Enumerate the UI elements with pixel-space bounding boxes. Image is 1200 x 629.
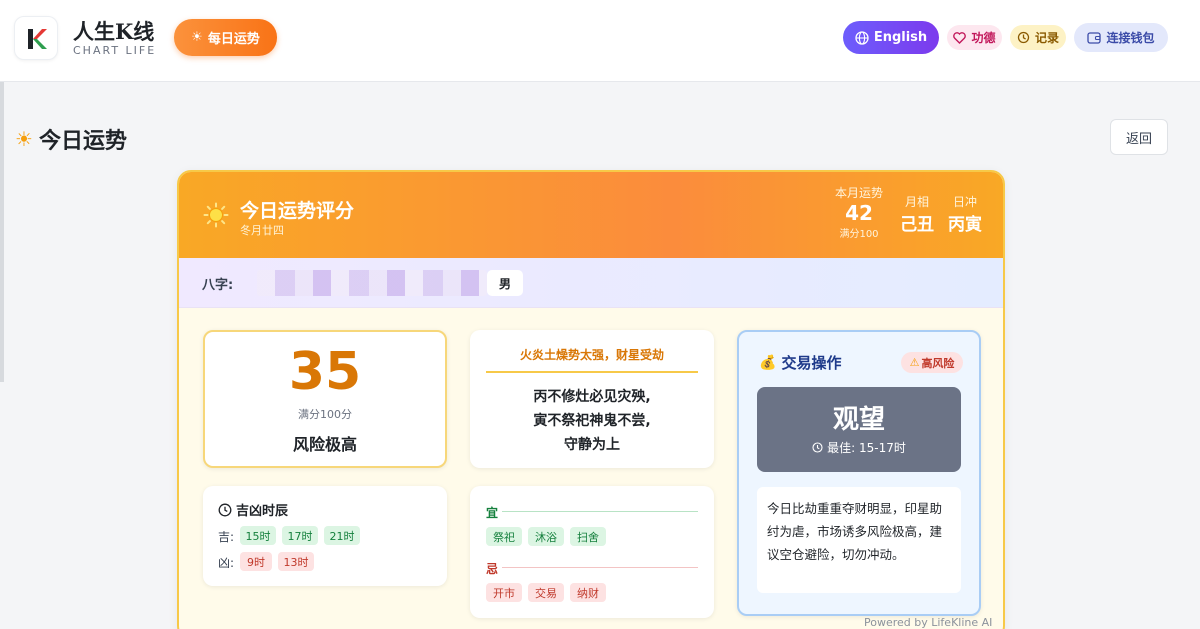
- brand-subtitle: CHART LIFE: [73, 44, 157, 57]
- heart-icon: [953, 31, 967, 44]
- month-fortune-value: 42: [845, 201, 873, 225]
- quote-line: 寅不祭祀神鬼不尝,: [533, 413, 651, 429]
- day-clash-label: 日冲: [952, 195, 977, 209]
- wallet-label: 连接钱包: [1106, 31, 1155, 45]
- bazi-redacted: [257, 270, 487, 296]
- day-clash-stat: 日冲 丙寅: [943, 193, 987, 235]
- best-time: 最佳: 15-17时: [757, 439, 961, 456]
- bad-hour-tag: 9时: [240, 552, 272, 571]
- brand-title: 人生K线: [73, 19, 155, 44]
- trade-title: 💰 交易操作: [759, 352, 841, 373]
- risk-badge: ⚠ 高风险: [901, 352, 963, 373]
- wallet-icon: [1087, 32, 1102, 44]
- clock-icon: [812, 442, 823, 453]
- good-hour-tag: 17时: [282, 526, 318, 545]
- globe-icon: [855, 30, 869, 45]
- warning-icon: ⚠: [909, 356, 920, 369]
- score-max: 满分100分: [298, 408, 352, 421]
- yi-label: 宜: [486, 506, 499, 520]
- ji-tag: 交易: [528, 583, 564, 602]
- app-logo[interactable]: [14, 16, 58, 60]
- yi-tag: 祭祀: [486, 527, 522, 546]
- quote-line: 丙不修灶必见灾殃,: [533, 389, 651, 405]
- score-panel: 35 满分100分 风险极高: [203, 330, 447, 468]
- merit-button[interactable]: 功德: [947, 25, 1002, 50]
- sun-icon: ☀: [15, 127, 33, 151]
- trade-panel: 💰 交易操作 ⚠ 高风险 观望 最佳: 15-17时 今日比劫重重夺财明显，印星…: [737, 330, 981, 616]
- quote-line: 守静为上: [564, 437, 620, 453]
- scroll-edge: [0, 82, 4, 382]
- moon-phase-value: 己丑: [900, 215, 934, 235]
- money-bag-icon: 💰: [759, 354, 777, 371]
- language-label: English: [873, 30, 928, 45]
- month-fortune-sub: 满分100: [839, 229, 879, 240]
- yi-divider: [502, 511, 698, 512]
- clock-icon: [218, 503, 232, 516]
- page-title: ☀ 今日运势: [15, 123, 127, 155]
- hours-panel: 吉凶时辰 吉: 15时 17时 21时 凶: 9时 13时: [203, 486, 447, 586]
- hours-title-text: 吉凶时辰: [236, 504, 289, 519]
- fortune-card: 今日运势评分 冬月廿四 本月运势 42 满分100 月相 己丑 日冲 丙寅 八字…: [177, 170, 1005, 629]
- bazi-label: 八字:: [202, 278, 234, 293]
- good-hour-tag: 15时: [240, 526, 276, 545]
- sun-icon: ☀: [191, 30, 203, 45]
- gender-badge: 男: [487, 270, 523, 296]
- moon-phase-label: 月相: [904, 195, 929, 209]
- action-value: 观望: [832, 405, 885, 435]
- day-clash-value: 丙寅: [948, 215, 982, 235]
- page-title-text: 今日运势: [38, 129, 127, 154]
- moon-phase-stat: 月相 己丑: [895, 193, 939, 235]
- risk-level: 风险极高: [292, 435, 357, 454]
- lunar-date: 冬月廿四: [240, 224, 284, 237]
- k-logo-icon: [28, 29, 47, 49]
- sun-icon: [203, 202, 229, 228]
- daily-fortune-button[interactable]: ☀ 每日运势: [174, 19, 277, 56]
- quote-heading: 火炎土燥势太强，财星受劫: [486, 346, 698, 373]
- ji-tag: 纳财: [570, 583, 606, 602]
- trade-title-text: 交易操作: [781, 354, 842, 372]
- back-button[interactable]: 返回: [1110, 119, 1168, 155]
- card-header: 今日运势评分 冬月廿四 本月运势 42 满分100 月相 己丑 日冲 丙寅: [179, 172, 1003, 258]
- top-bar: 人生K线 CHART LIFE ☀ 每日运势 English 功德 记录 连接钱…: [0, 0, 1200, 82]
- connect-wallet-button[interactable]: 连接钱包: [1074, 23, 1168, 52]
- records-label: 记录: [1034, 31, 1059, 45]
- card-title: 今日运势评分: [240, 200, 355, 222]
- risk-badge-text: 高风险: [921, 356, 955, 370]
- hours-title: 吉凶时辰: [218, 500, 288, 519]
- ji-label: 忌: [486, 562, 499, 576]
- score-value: 35: [288, 342, 362, 402]
- yiji-panel: 宜 祭祀 沐浴 扫舍 忌 开市 交易 纳财: [470, 486, 714, 618]
- history-icon: [1017, 31, 1030, 44]
- yi-tag: 扫舍: [570, 527, 606, 546]
- trade-advice: 今日比劫重重夺财明显，印星助纣为虐，市场诱多风险极高，建议空仓避险，切勿冲动。: [757, 487, 961, 593]
- month-fortune-label: 本月运势: [834, 186, 883, 200]
- bad-hour-tag: 13时: [278, 552, 314, 571]
- yi-tag: 沐浴: [528, 527, 564, 546]
- bad-hours-label: 凶:: [218, 556, 235, 570]
- best-time-text: 最佳: 15-17时: [827, 441, 906, 455]
- action-panel: 观望 最佳: 15-17时: [757, 387, 961, 472]
- powered-by: Powered by LifeKline AI: [864, 616, 993, 629]
- ji-divider: [502, 567, 698, 568]
- quote-panel: 火炎土燥势太强，财星受劫 丙不修灶必见灾殃, 寅不祭祀神鬼不尝, 守静为上: [470, 330, 714, 468]
- bazi-bar: 八字: 男: [179, 258, 1003, 308]
- language-english-button[interactable]: English: [843, 21, 939, 54]
- merit-label: 功德: [971, 31, 996, 45]
- daily-fortune-label: 每日运势: [207, 32, 260, 47]
- ji-tag: 开市: [486, 583, 522, 602]
- month-fortune-stat: 本月运势 42 满分100: [827, 184, 891, 240]
- good-hour-tag: 21时: [324, 526, 360, 545]
- records-button[interactable]: 记录: [1010, 25, 1066, 50]
- good-hours-label: 吉:: [218, 530, 235, 544]
